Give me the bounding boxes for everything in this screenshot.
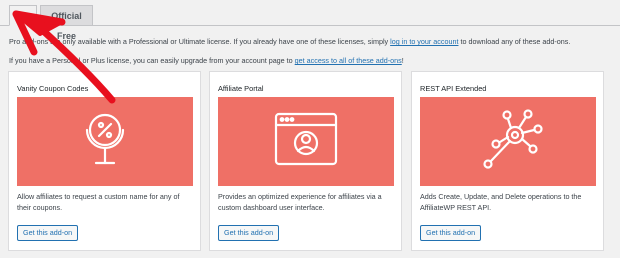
addon-tabs: Pro Official Free (0, 0, 620, 41)
intro-license-notice: Pro add-ons are only available with a Pr… (9, 37, 570, 47)
addon-banner (420, 97, 596, 186)
get-addon-button[interactable]: Get this add-on (420, 225, 482, 241)
addon-card-rest-api-extended: REST API Extended Adds Create, Update, a… (411, 71, 604, 251)
get-addon-button[interactable]: Get this add-on (218, 225, 280, 241)
coupon-mirror-icon (85, 113, 125, 165)
addon-description: Adds Create, Update, and Delete operatio… (420, 192, 582, 212)
addon-title: Vanity Coupon Codes (17, 84, 89, 93)
intro-line1-suffix: to download any of these add-ons. (458, 37, 571, 46)
tab-official-free[interactable]: Official Free (40, 5, 93, 41)
intro-line1-prefix: Pro add-ons are only available with a Pr… (9, 37, 391, 46)
intro-line2-suffix: ! (401, 56, 404, 65)
addon-description: Provides an optimized experience for aff… (218, 192, 382, 212)
addon-description: Allow affiliates to request a custom nam… (17, 192, 180, 212)
addon-banner (17, 97, 193, 186)
addon-title: REST API Extended (420, 84, 487, 93)
addon-card-affiliate-portal: Affiliate Portal Provides an optimized e… (209, 71, 402, 251)
addon-banner (218, 97, 394, 186)
browser-user-icon (274, 112, 338, 166)
intro-line2-prefix: If you have a Personal or Plus license, … (9, 56, 295, 65)
addon-title: Affiliate Portal (218, 84, 264, 93)
addon-card-vanity-coupon-codes: Vanity Coupon Codes Allow affiliates to … (8, 71, 201, 251)
login-account-link[interactable]: log in to your account (390, 37, 458, 46)
upgrade-access-link[interactable]: get access to all of these add-ons (295, 56, 402, 65)
get-addon-button[interactable]: Get this add-on (17, 225, 79, 241)
network-nodes-icon (483, 109, 543, 169)
intro-upgrade-notice: If you have a Personal or Plus license, … (9, 56, 404, 66)
tab-pro[interactable]: Pro (9, 5, 37, 26)
